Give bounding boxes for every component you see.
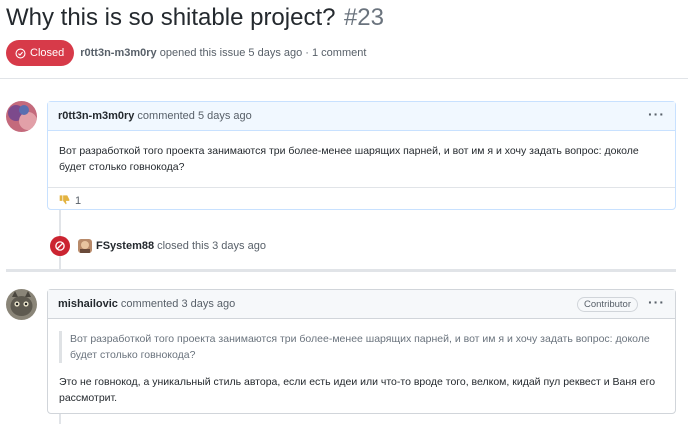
issue-title: Why this is so shitable project?: [6, 4, 336, 31]
comment-header: r0tt3n-m3m0ry commented 5 days ago ···: [48, 102, 675, 131]
comment-header: mishailovic commented 3 days ago Contrib…: [48, 290, 675, 319]
issue-closed-icon: [15, 47, 26, 59]
issue-opened-info: r0tt3n-m3m0ry opened this issue 5 days a…: [80, 47, 366, 59]
issue-meta: Closed r0tt3n-m3m0ry opened this issue 5…: [6, 40, 366, 66]
issue-title-row: Why this is so shitable project? #23: [6, 4, 384, 32]
closed-event-icon: [50, 236, 70, 256]
contributor-badge: Contributor: [577, 296, 638, 312]
issue-number: #23: [343, 4, 384, 31]
avatar[interactable]: [6, 289, 37, 320]
comment-body: Вот разработкой того проекта занимаются …: [59, 145, 639, 173]
timeline-divider: [6, 269, 676, 272]
issue-author-link[interactable]: r0tt3n-m3m0ry: [80, 47, 156, 59]
avatar[interactable]: [6, 101, 37, 132]
comment-timestamp[interactable]: commented 3 days ago: [121, 298, 235, 310]
header-divider: [0, 78, 688, 79]
comment-box: mishailovic commented 3 days ago Contrib…: [47, 289, 676, 414]
issue-opened-text: opened this issue 5 days ago · 1 comment: [159, 47, 367, 59]
comment-box: r0tt3n-m3m0ry commented 5 days ago ··· В…: [47, 101, 676, 210]
quoted-reply: Вот разработкой того проекта занимаются …: [59, 331, 664, 363]
comment-text: Это не говнокод, а уникальный стиль авто…: [59, 376, 656, 404]
comment-author-link[interactable]: r0tt3n-m3m0ry: [58, 110, 134, 122]
comment-options-button[interactable]: ···: [648, 294, 665, 314]
comment-options-button[interactable]: ···: [648, 106, 665, 126]
event-text: closed this 3 days ago: [157, 240, 266, 252]
close-event: FSystem88 closed this 3 days ago: [50, 235, 266, 257]
event-actor-avatar[interactable]: [78, 239, 92, 253]
thumbs-down-icon[interactable]: [59, 194, 70, 208]
comment-body: Вот разработкой того проекта занимаются …: [48, 319, 675, 418]
comment-author-link[interactable]: mishailovic: [58, 298, 118, 310]
issue-state-badge: Closed: [6, 40, 75, 66]
event-actor-link[interactable]: FSystem88: [96, 240, 154, 252]
reaction-count[interactable]: 1: [75, 195, 81, 207]
comment-timestamp[interactable]: commented 5 days ago: [137, 110, 251, 122]
reactions-bar: 1: [48, 187, 675, 213]
issue-state-label: Closed: [30, 47, 65, 59]
